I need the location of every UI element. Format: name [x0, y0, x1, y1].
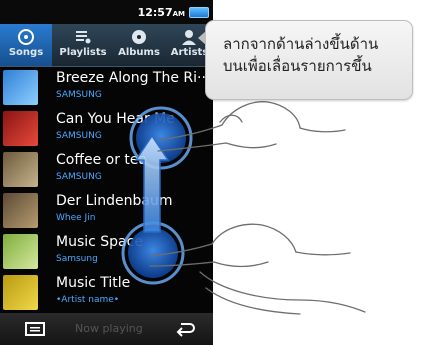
tab-label: Playlists — [59, 47, 107, 58]
instruction-callout: ลากจากด้านล่างขึ้นด้าน บนเพื่อเลื่อนรายก… — [198, 20, 413, 100]
album-art-thumbnail — [3, 111, 38, 146]
status-time: 12:57AM — [137, 6, 185, 19]
battery-icon — [189, 7, 209, 18]
song-list: Breeze Along The Ri··· SAMSUNG Can You H… — [0, 67, 213, 314]
list-item[interactable]: Der Lindenbaum Whee Jin — [0, 190, 213, 232]
song-artist: Whee Jin — [56, 213, 96, 223]
list-item[interactable]: Can You Hear Me SAMSUNG — [0, 108, 213, 150]
album-art-thumbnail — [3, 193, 38, 228]
album-art-thumbnail — [3, 152, 38, 187]
bottom-bar: Now playing — [0, 313, 213, 345]
album-icon — [132, 30, 146, 44]
menu-icon[interactable] — [24, 322, 46, 336]
instruction-line-2: บนเพื่อเลื่อนรายการขึ้น — [223, 57, 372, 75]
list-item[interactable]: Coffee or tea SAMSUNG — [0, 149, 213, 191]
instruction-line-1: ลากจากด้านล่างขึ้นด้าน — [223, 35, 379, 53]
song-title: Der Lindenbaum — [56, 193, 173, 209]
artist-icon — [181, 30, 196, 45]
song-artist: Samsung — [56, 254, 98, 264]
song-artist: SAMSUNG — [56, 90, 102, 100]
back-icon[interactable] — [175, 320, 197, 338]
song-title: Music Space — [56, 234, 143, 250]
tab-label: Songs — [8, 47, 44, 58]
tab-bar: Songs Playlists Albums Artists — [0, 24, 213, 67]
tab-albums[interactable]: Albums — [114, 24, 164, 66]
song-title: Music Title — [56, 275, 131, 291]
status-bar: 12:57AM — [0, 0, 213, 24]
tab-playlists[interactable]: Playlists — [54, 24, 112, 66]
song-artist: •Artist name• — [56, 295, 120, 305]
tab-label: Albums — [118, 47, 160, 58]
album-art-thumbnail — [3, 275, 38, 310]
song-title: Coffee or tea — [56, 152, 148, 168]
album-art-thumbnail — [3, 234, 38, 269]
album-art-thumbnail — [3, 70, 38, 105]
list-item[interactable]: Breeze Along The Ri··· SAMSUNG — [0, 67, 213, 109]
now-playing-button[interactable]: Now playing — [75, 322, 143, 335]
playlist-icon — [76, 31, 91, 44]
callout-pointer — [198, 31, 206, 45]
song-title: Breeze Along The Ri··· — [56, 70, 210, 86]
song-title: Can You Hear Me — [56, 111, 175, 127]
song-artist: SAMSUNG — [56, 172, 102, 182]
list-item[interactable]: Music Space Samsung — [0, 231, 213, 273]
list-item[interactable]: Music Title •Artist name• — [0, 272, 213, 314]
disc-icon — [18, 29, 34, 45]
phone-screen: 12:57AM Songs Playlists Albums Artists B… — [0, 0, 213, 345]
instruction-text: ลากจากด้านล่างขึ้นด้าน บนเพื่อเลื่อนรายก… — [223, 33, 408, 77]
tab-songs[interactable]: Songs — [0, 24, 52, 66]
song-artist: SAMSUNG — [56, 131, 102, 141]
